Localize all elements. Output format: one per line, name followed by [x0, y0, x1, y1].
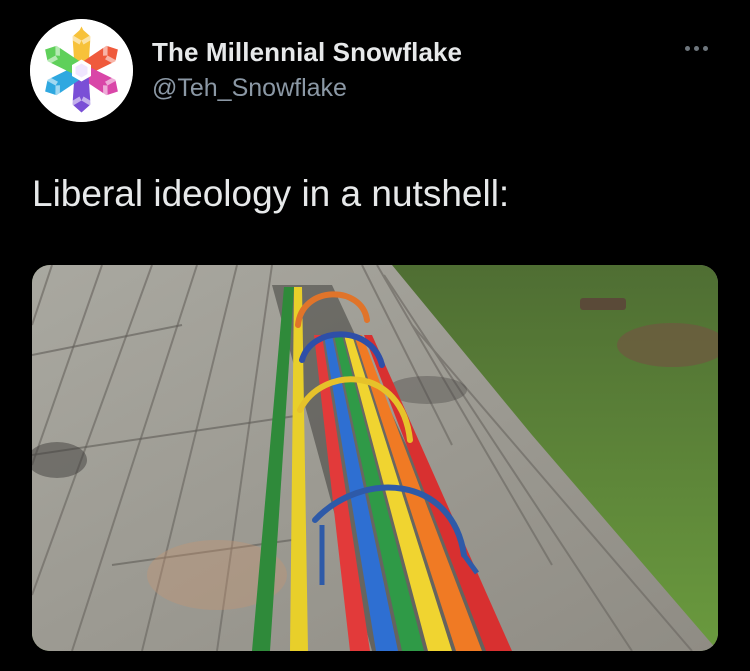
avatar[interactable] [30, 19, 133, 122]
rainbow-snowflake-icon [30, 19, 133, 122]
tweet-media[interactable] [32, 265, 718, 651]
more-dot [693, 45, 699, 51]
display-name[interactable]: The Millennial Snowflake [152, 36, 462, 68]
more-dots-icon [684, 45, 690, 51]
more-options-button[interactable] [676, 38, 716, 58]
more-dot [702, 45, 708, 51]
rainbow-bench-photo [32, 265, 718, 651]
tweet: The Millennial Snowflake @Teh_Snowflake … [0, 0, 750, 671]
user-handle[interactable]: @Teh_Snowflake [152, 72, 462, 104]
tweet-text: Liberal ideology in a nutshell: [32, 173, 510, 214]
tweet-author: The Millennial Snowflake @Teh_Snowflake [152, 36, 462, 104]
